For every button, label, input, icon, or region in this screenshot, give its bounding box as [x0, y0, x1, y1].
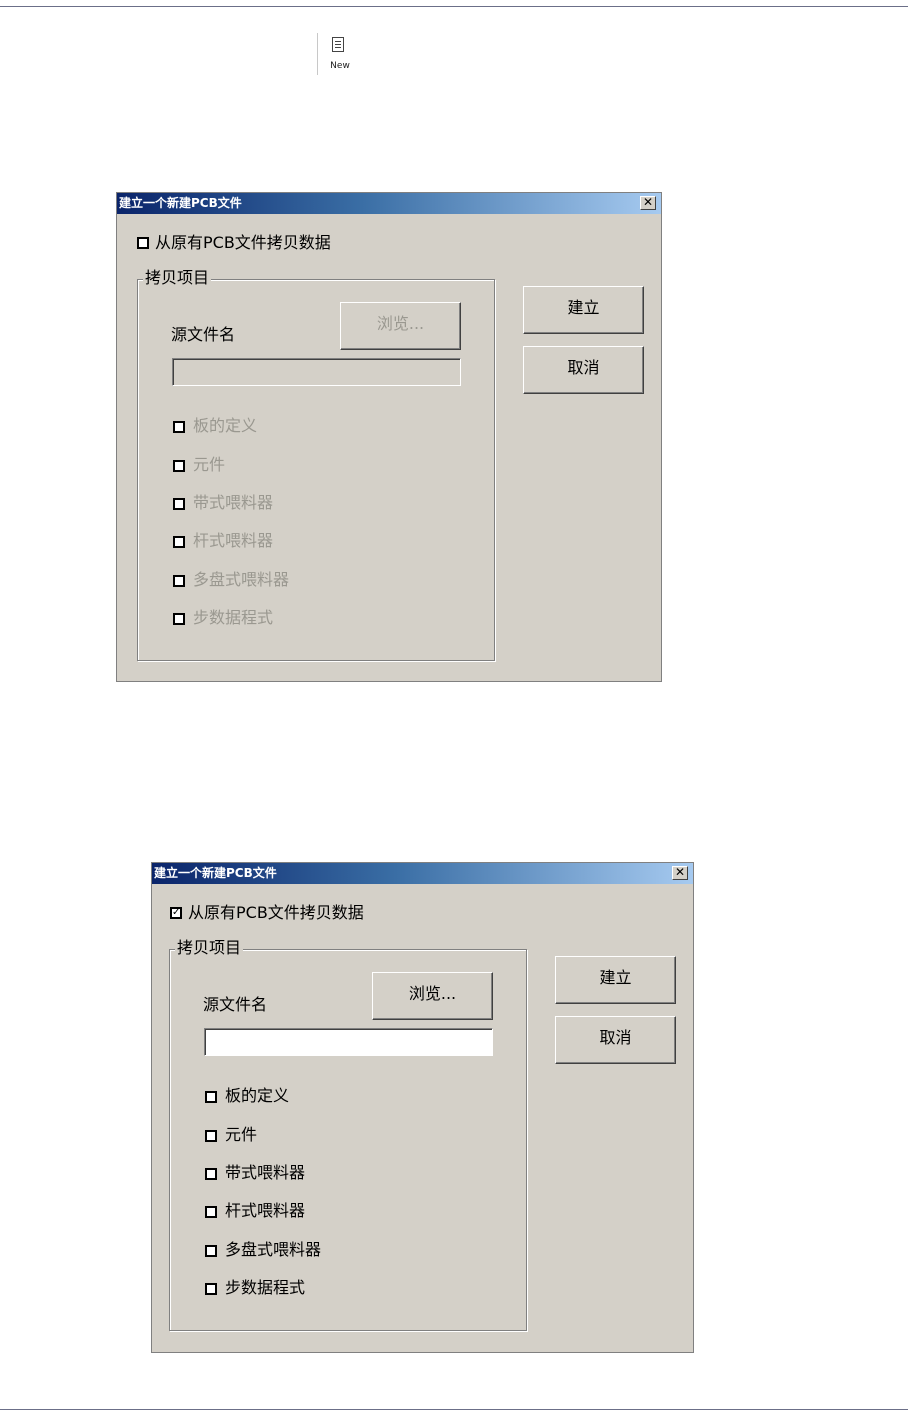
item-checkbox[interactable] — [173, 613, 185, 625]
cancel-button[interactable]: 取消 — [523, 346, 644, 394]
item-checkbox[interactable] — [173, 421, 185, 433]
browse-button[interactable]: 浏览... — [372, 972, 493, 1020]
copy-data-checkbox[interactable]: ✓ — [170, 907, 182, 919]
close-button[interactable]: ✕ — [672, 866, 688, 880]
item-checkbox[interactable] — [205, 1168, 217, 1180]
item-checkbox[interactable] — [205, 1283, 217, 1295]
item-checkbox[interactable] — [205, 1130, 217, 1142]
source-file-label: 源文件名 — [171, 325, 236, 344]
copy-items-group-title: 拷贝项目 — [175, 938, 244, 958]
new-pcb-dialog-enabled: 建立一个新建PCB文件 ✕ ✓ 从原有PCB文件拷贝数据 拷贝项目 源文件名 浏… — [151, 862, 694, 1353]
copy-data-label: 从原有PCB文件拷贝数据 — [155, 233, 331, 252]
bottom-rule — [0, 1409, 908, 1410]
item-label: 板的定义 — [193, 416, 258, 435]
create-button[interactable]: 建立 — [555, 956, 676, 1004]
create-button[interactable]: 建立 — [523, 286, 644, 334]
copy-data-label: 从原有PCB文件拷贝数据 — [188, 903, 364, 922]
item-checkbox[interactable] — [173, 460, 185, 472]
close-button[interactable]: ✕ — [640, 196, 656, 210]
item-checkbox[interactable] — [205, 1245, 217, 1257]
source-file-label: 源文件名 — [203, 995, 268, 1014]
dialog-title: 建立一个新建PCB文件 — [154, 866, 277, 880]
item-label: 元件 — [225, 1125, 258, 1144]
cancel-button[interactable]: 取消 — [555, 1016, 676, 1064]
source-file-input[interactable] — [204, 1028, 493, 1056]
dialog-title: 建立一个新建PCB文件 — [119, 196, 242, 210]
item-checkbox[interactable] — [173, 575, 185, 587]
source-file-input[interactable] — [172, 358, 461, 386]
new-button[interactable]: New — [317, 33, 362, 75]
item-label: 多盘式喂料器 — [193, 570, 290, 589]
copy-items-group-title: 拷贝项目 — [143, 268, 212, 288]
item-label: 多盘式喂料器 — [225, 1240, 322, 1259]
item-label: 元件 — [193, 455, 226, 474]
item-label: 带式喂料器 — [225, 1163, 306, 1182]
browse-button[interactable]: 浏览... — [340, 302, 461, 350]
new-button-label: New — [330, 61, 350, 71]
item-checkbox[interactable] — [205, 1091, 217, 1103]
item-label: 带式喂料器 — [193, 493, 274, 512]
item-checkbox[interactable] — [173, 536, 185, 548]
item-checkbox[interactable] — [173, 498, 185, 510]
title-bar: 建立一个新建PCB文件 ✕ — [117, 193, 661, 214]
item-label: 杆式喂料器 — [193, 531, 274, 550]
copy-data-checkbox[interactable] — [137, 237, 149, 249]
item-checkbox[interactable] — [205, 1206, 217, 1218]
item-label: 板的定义 — [225, 1086, 290, 1105]
title-bar: 建立一个新建PCB文件 ✕ — [152, 863, 693, 884]
top-rule — [0, 6, 908, 7]
new-pcb-dialog-disabled: 建立一个新建PCB文件 ✕ 从原有PCB文件拷贝数据 拷贝项目 源文件名 浏览.… — [116, 192, 662, 682]
item-label: 步数据程式 — [225, 1278, 306, 1297]
document-icon — [332, 37, 344, 52]
item-label: 步数据程式 — [193, 608, 274, 627]
item-label: 杆式喂料器 — [225, 1201, 306, 1220]
